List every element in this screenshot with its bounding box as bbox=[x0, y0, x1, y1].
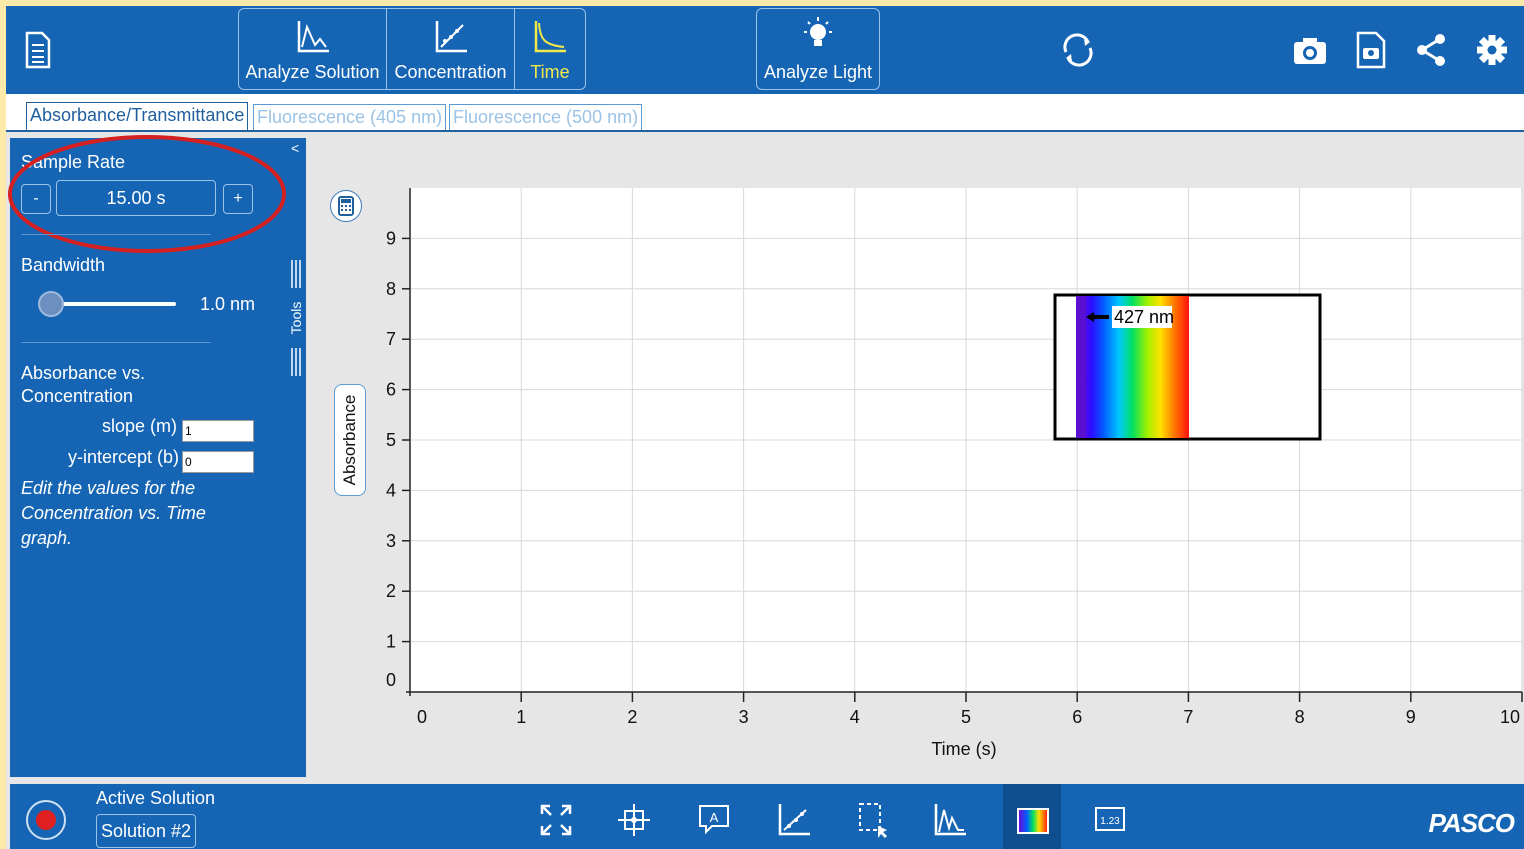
slope-label: slope (m) bbox=[102, 416, 178, 436]
bandwidth-slider-thumb[interactable] bbox=[38, 291, 64, 317]
gear-icon[interactable] bbox=[1472, 30, 1512, 70]
analyze-light-label: Analyze Light bbox=[763, 62, 873, 82]
spectrum-icon[interactable] bbox=[1003, 784, 1061, 849]
document-menu-icon[interactable] bbox=[24, 30, 52, 70]
y-tick-label: 3 bbox=[386, 531, 396, 551]
camera-icon[interactable] bbox=[1290, 30, 1330, 70]
tools-label: Tools bbox=[288, 301, 304, 335]
y-tick-label: 5 bbox=[386, 430, 396, 450]
annotation-icon[interactable]: A bbox=[694, 800, 734, 840]
record-button[interactable] bbox=[26, 800, 66, 840]
bandwidth-value: 1.0 nm bbox=[200, 294, 256, 314]
y-axis-label-button[interactable]: Absorbance bbox=[334, 384, 366, 496]
tab-strip: Absorbance/Transmittance Fluorescence (4… bbox=[6, 94, 1524, 132]
snapshot-file-icon[interactable] bbox=[1352, 30, 1392, 70]
settings-panel: < Sample Rate - 15.00 s + Bandwidth 1.0 … bbox=[8, 135, 306, 777]
x-tick-label: 7 bbox=[1183, 707, 1193, 727]
x-tick-label: 5 bbox=[961, 707, 971, 727]
y-tick-label: 8 bbox=[386, 279, 396, 299]
y-intercept-input[interactable] bbox=[182, 451, 254, 473]
svg-text:1.23: 1.23 bbox=[1100, 816, 1120, 827]
highlight-ellipse bbox=[8, 135, 286, 253]
pasco-logo: PASCO bbox=[1428, 808, 1515, 838]
fit-screen-icon[interactable] bbox=[536, 800, 576, 840]
separator bbox=[21, 342, 211, 343]
y-tick-label: 2 bbox=[386, 581, 396, 601]
analyze-solution-button[interactable]: Analyze Solution bbox=[239, 9, 386, 89]
slope-input[interactable] bbox=[182, 420, 254, 442]
absorbance-vs-concentration-title: Concentration bbox=[21, 386, 134, 406]
y-intercept-label: y-intercept (b) bbox=[68, 447, 180, 467]
tab-absorbance-transmittance[interactable]: Absorbance/Transmittance bbox=[26, 102, 249, 132]
x-tick-label: 1 bbox=[516, 707, 526, 727]
x-tick-label: 3 bbox=[739, 707, 749, 727]
analyze-solution-icon bbox=[297, 21, 329, 53]
selection-icon[interactable] bbox=[854, 800, 894, 840]
time-button[interactable]: Time bbox=[514, 9, 585, 89]
scale-axes-icon[interactable] bbox=[774, 800, 814, 840]
y-tick-label: 7 bbox=[386, 329, 396, 349]
crosshair-icon[interactable] bbox=[614, 800, 654, 840]
y-tick-label: 1 bbox=[386, 632, 396, 652]
bottom-toolbar: Active Solution Solution #2 A 1.23 PASCO bbox=[10, 784, 1524, 849]
concentration-button[interactable]: Concentration bbox=[386, 9, 514, 89]
x-tick-label: 10 bbox=[1500, 707, 1520, 727]
y-ticks: 0 1 2 3 4 5 6 7 8 9 bbox=[386, 228, 410, 690]
y-tick-label: 4 bbox=[386, 480, 396, 500]
bandwidth-label: Bandwidth bbox=[21, 255, 106, 275]
concentration-icon bbox=[435, 21, 467, 53]
x-axis-label: Time (s) bbox=[931, 739, 996, 759]
edit-hint-text: Edit the values for the Concentration vs… bbox=[21, 476, 221, 551]
lightbulb-icon bbox=[804, 17, 832, 46]
spectrum-inset[interactable]: 427 nm bbox=[1053, 293, 1322, 441]
solution-selector[interactable]: Solution #2 bbox=[96, 814, 196, 848]
x-tick-label: 4 bbox=[850, 707, 860, 727]
tab-underline bbox=[6, 130, 1524, 132]
x-tick-label: 8 bbox=[1295, 707, 1305, 727]
tab-fluorescence-500[interactable]: Fluorescence (500 nm) bbox=[449, 104, 643, 132]
x-tick-label: 9 bbox=[1406, 707, 1416, 727]
time-icon bbox=[534, 21, 566, 53]
x-ticks: 0 1 2 3 4 5 6 7 8 9 10 bbox=[417, 692, 1523, 727]
sync-icon[interactable] bbox=[1058, 30, 1098, 70]
tools-drawer-handle[interactable]: Tools bbox=[288, 258, 304, 378]
x-tick-label: 0 bbox=[417, 707, 427, 727]
mode-selector: Analyze Solution Concentration Time bbox=[238, 8, 586, 90]
active-solution-label: Active Solution bbox=[96, 788, 216, 808]
tab-fluorescence-405[interactable]: Fluorescence (405 nm) bbox=[253, 104, 447, 132]
time-label: Time bbox=[530, 62, 570, 82]
wavelength-marker[interactable] bbox=[1076, 296, 1086, 438]
x-tick-label: 2 bbox=[627, 707, 637, 727]
digits-icon[interactable]: 1.23 bbox=[1090, 800, 1130, 840]
edit-hint-line: Edit the values for the bbox=[21, 478, 196, 498]
separator bbox=[21, 234, 211, 235]
edit-hint-line: graph. bbox=[21, 528, 73, 548]
bandwidth-slider-track[interactable] bbox=[50, 302, 176, 306]
wavelength-label: 427 nm bbox=[1114, 307, 1174, 327]
share-icon[interactable] bbox=[1412, 30, 1452, 70]
y-tick-label: 0 bbox=[386, 670, 396, 690]
analyze-solution-label: Analyze Solution bbox=[245, 62, 380, 82]
analyze-light-button[interactable]: Analyze Light bbox=[756, 8, 880, 90]
graph[interactable]: 0 1 2 3 4 5 6 7 8 9 10 0 1 2 3 4 5 6 7 8 9 Time (s) bbox=[376, 186, 1524, 776]
concentration-label: Concentration bbox=[394, 62, 507, 82]
edit-hint-line: Concentration vs. Time bbox=[21, 503, 206, 523]
y-tick-label: 9 bbox=[386, 228, 396, 248]
x-tick-label: 6 bbox=[1072, 707, 1082, 727]
y-axis-label: Absorbance bbox=[340, 394, 359, 486]
calculator-icon[interactable] bbox=[330, 190, 362, 222]
app-window: Analyze Solution Concentration Time Anal… bbox=[6, 6, 1524, 849]
svg-text:A: A bbox=[710, 810, 719, 825]
top-toolbar: Analyze Solution Concentration Time Anal… bbox=[6, 6, 1524, 94]
peak-icon[interactable] bbox=[930, 800, 970, 840]
absorbance-vs-concentration-title: Absorbance vs. bbox=[21, 363, 146, 383]
y-tick-label: 6 bbox=[386, 380, 396, 400]
